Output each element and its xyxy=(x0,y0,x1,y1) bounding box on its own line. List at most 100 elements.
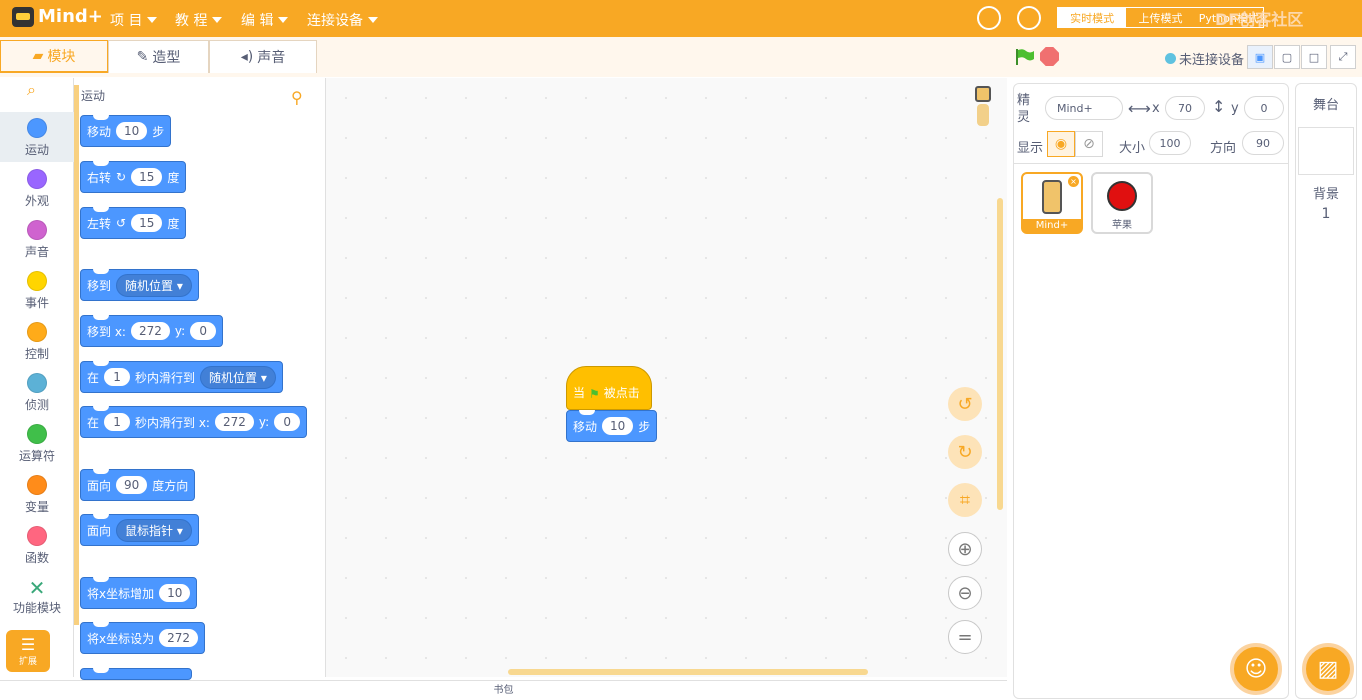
show-sprite-button[interactable]: ◉ xyxy=(1047,131,1075,157)
block-glide[interactable]: 在 1 秒内滑行到 随机位置 ▾ xyxy=(80,361,283,393)
x-input[interactable]: 70 xyxy=(1165,96,1205,120)
y-input[interactable]: 0 xyxy=(1244,96,1284,120)
add-sprite-button[interactable]: ☺ xyxy=(1230,643,1282,695)
category-variables[interactable]: 变量 xyxy=(0,475,74,525)
small-stage-button[interactable]: ▣ xyxy=(1247,45,1273,69)
block-goto-xy[interactable]: 移到 x: 272 y: 0 xyxy=(80,315,224,347)
block-point-direction[interactable]: 面向 90 度方向 xyxy=(80,469,196,501)
delete-sprite-icon[interactable]: × xyxy=(1068,176,1079,187)
block-change-x[interactable]: 将x坐标增加 10 xyxy=(80,577,198,609)
tab-sounds[interactable]: ◂) 声音 xyxy=(209,40,317,73)
category-label: 运算符 xyxy=(18,449,55,463)
block-dropdown[interactable]: 随机位置 ▾ xyxy=(200,365,276,389)
dropdown-label: 随机位置 xyxy=(125,278,174,293)
block-input[interactable]: 90 xyxy=(116,476,148,494)
size-input[interactable]: 100 xyxy=(1149,131,1191,155)
stage-thumbnail[interactable] xyxy=(1298,127,1354,175)
hide-sprite-button[interactable]: ⊘ xyxy=(1075,131,1103,157)
category-dot-icon xyxy=(27,475,47,495)
block-turn-left[interactable]: 左转 ↺ 15 度 xyxy=(80,207,187,239)
block-input[interactable]: 0 xyxy=(190,322,217,340)
category-events[interactable]: 事件 xyxy=(0,271,74,321)
search-icon[interactable]: ⌕ xyxy=(27,80,36,100)
redo-button[interactable]: ↻ xyxy=(948,435,982,469)
script-move-block[interactable]: 移动 10 步 xyxy=(566,410,658,442)
block-text: 移到 x: xyxy=(87,324,126,339)
block-input[interactable]: 15 xyxy=(131,168,163,186)
block-input[interactable]: 0 xyxy=(274,413,301,431)
tab-blocks[interactable]: ▰ 模块 xyxy=(0,40,108,73)
category-operators[interactable]: 运算符 xyxy=(0,424,74,474)
block-goto[interactable]: 移到 随机位置 ▾ xyxy=(80,269,199,301)
reset-zoom-button[interactable]: = xyxy=(948,620,982,654)
block-input[interactable]: 10 xyxy=(159,584,191,602)
category-control[interactable]: 控制 xyxy=(0,322,74,372)
palette-scrollbar[interactable] xyxy=(74,85,79,625)
sprite-name-input[interactable]: Mind+ xyxy=(1045,96,1123,120)
dashboard-icon[interactable] xyxy=(977,6,1001,30)
block-glide-xy[interactable]: 在 1 秒内滑行到 x: 272 y: 0 xyxy=(80,406,308,438)
block-input[interactable]: 1 xyxy=(104,413,131,431)
block-input[interactable]: 272 xyxy=(130,322,170,340)
menu-connect-device[interactable]: 连接设备 xyxy=(307,10,378,30)
app-logo[interactable]: Mind+ xyxy=(12,6,103,27)
block-input[interactable]: 10 xyxy=(602,417,634,435)
sprite-tile-mind[interactable]: Mind+ × xyxy=(1021,172,1083,234)
realtime-mode-button[interactable]: 实时模式 xyxy=(1058,8,1127,27)
block-dropdown[interactable]: 随机位置 ▾ xyxy=(116,273,192,297)
square-icon: □ xyxy=(1308,50,1320,64)
device-status-label: 未连接设备 xyxy=(1179,53,1245,68)
block-input[interactable]: 10 xyxy=(116,122,148,140)
hide-stage-button[interactable]: □ xyxy=(1301,45,1327,69)
fullscreen-button[interactable]: ⤢ xyxy=(1330,45,1356,69)
pin-icon[interactable]: ⚲ xyxy=(291,88,309,108)
category-function-modules[interactable]: ✕ 功能模块 xyxy=(0,577,74,627)
category-functions[interactable]: 函数 xyxy=(0,526,74,576)
upload-mode-button[interactable]: 上传模式 xyxy=(1126,8,1194,27)
large-stage-icon: ▢ xyxy=(1281,50,1293,64)
block-point-towards[interactable]: 面向 鼠标指针 ▾ xyxy=(80,514,199,546)
divider xyxy=(1013,163,1289,164)
block-set-x[interactable]: 将x坐标设为 272 xyxy=(80,622,206,654)
crop-button[interactable]: ⌗ xyxy=(948,483,982,517)
menu-tutorial[interactable]: 教 程 xyxy=(175,10,223,30)
zoom-in-button[interactable]: ⊕ xyxy=(948,532,982,566)
block-partial[interactable] xyxy=(80,668,192,680)
workspace-vertical-scrollbar[interactable] xyxy=(997,198,1003,510)
workspace-horizontal-scrollbar[interactable] xyxy=(508,669,868,675)
backdrop-label: 背景 xyxy=(1312,187,1339,202)
tab-costumes[interactable]: ✎ 造型 xyxy=(108,40,209,73)
when-flag-clicked-block[interactable]: 当 ⚑ 被点击 xyxy=(566,366,652,410)
extension-button[interactable]: ☰ 扩展 xyxy=(6,630,50,672)
block-input[interactable]: 15 xyxy=(131,214,163,232)
direction-input[interactable]: 90 xyxy=(1242,131,1284,155)
undo-button[interactable]: ↺ xyxy=(948,387,982,421)
large-stage-button[interactable]: ▢ xyxy=(1274,45,1300,69)
category-dot-icon xyxy=(27,322,47,342)
edit-notes-icon[interactable] xyxy=(1017,6,1041,30)
block-move-steps[interactable]: 移动 10 步 xyxy=(80,115,172,147)
sprite-tile-apple[interactable]: 苹果 xyxy=(1091,172,1153,234)
block-input[interactable]: 272 xyxy=(214,413,254,431)
block-text: 移动 xyxy=(573,419,598,434)
chevron-down-icon xyxy=(278,17,289,23)
add-backdrop-button[interactable]: ▨ xyxy=(1302,643,1354,695)
category-label: 声音 xyxy=(24,245,49,259)
category-motion[interactable]: 运动 xyxy=(0,112,74,162)
category-sensing[interactable]: 侦测 xyxy=(0,373,74,423)
menu-project[interactable]: 项 目 xyxy=(110,10,158,30)
menu-edit[interactable]: 编 辑 xyxy=(241,10,289,30)
device-status[interactable]: 未连接设备 xyxy=(1165,49,1244,68)
category-menu: ⌕ 运动 外观 声音 事件 控制 侦测 运算符 变量 函数 ✕ 功能模块 xyxy=(0,78,74,677)
script-workspace[interactable] xyxy=(325,78,1007,677)
backpack-bar[interactable]: 书包 xyxy=(0,680,1007,699)
category-sound[interactable]: 声音 xyxy=(0,220,74,270)
block-input[interactable]: 272 xyxy=(159,629,199,647)
green-flag-icon[interactable] xyxy=(1015,48,1035,66)
block-text: 右转 xyxy=(87,170,112,185)
block-input[interactable]: 1 xyxy=(104,368,131,386)
zoom-out-button[interactable]: ⊖ xyxy=(948,576,982,610)
block-turn-right[interactable]: 右转 ↻ 15 度 xyxy=(80,161,187,193)
block-dropdown[interactable]: 鼠标指针 ▾ xyxy=(116,518,192,542)
category-looks[interactable]: 外观 xyxy=(0,169,74,219)
